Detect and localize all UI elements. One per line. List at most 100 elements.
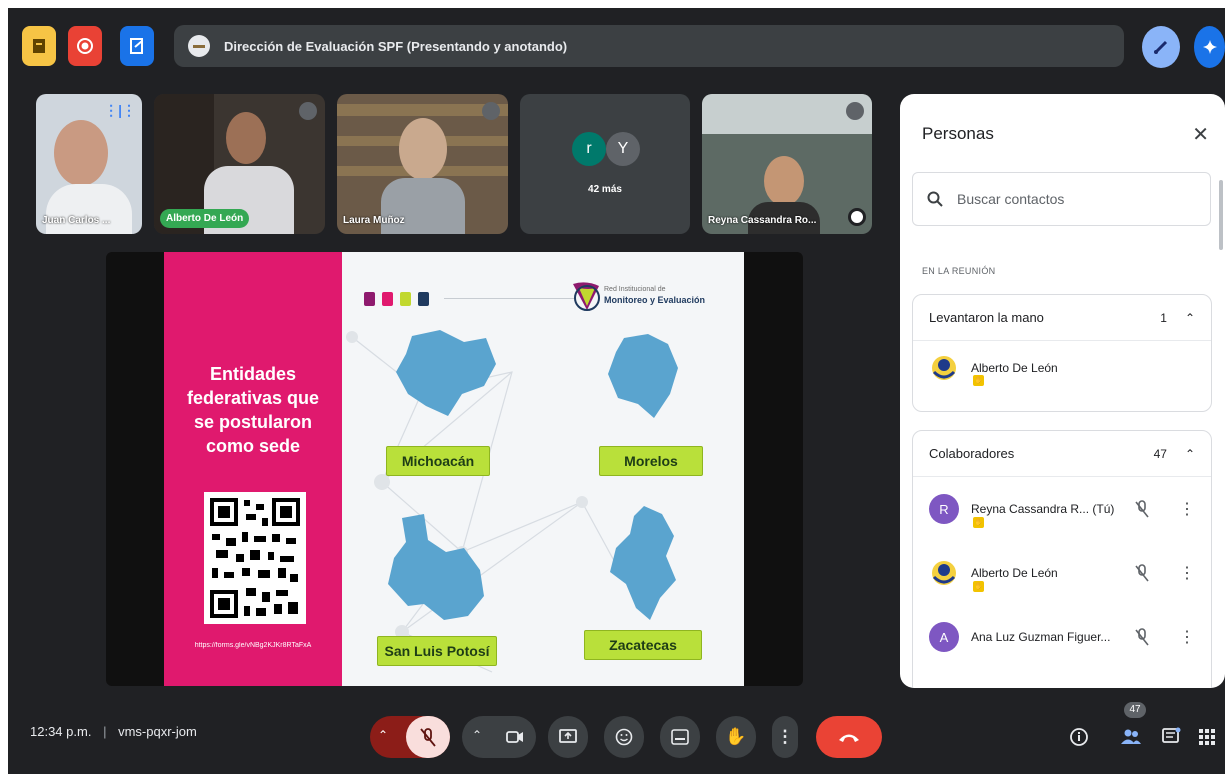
meet-window: Dirección de Evaluación SPF (Presentando… bbox=[8, 8, 1225, 774]
presentation-slide: Entidades federativas que se postularon … bbox=[164, 252, 744, 686]
mic-off-icon bbox=[420, 728, 436, 747]
meeting-info: 12:34 p.m. | vms-pqxr-jom bbox=[30, 724, 197, 739]
present-screen-icon bbox=[559, 729, 577, 743]
gemini-icon[interactable] bbox=[1194, 26, 1225, 68]
share-doc-icon[interactable] bbox=[120, 26, 154, 66]
raised-hand-avatar-icon bbox=[929, 558, 959, 588]
participant-tile[interactable]: Reyna Cassandra Ro... bbox=[702, 94, 872, 234]
participant-name: Alberto De León bbox=[971, 361, 1058, 375]
hand-icon: ✋ bbox=[725, 727, 747, 746]
more-options-icon[interactable]: ⋮ bbox=[1179, 499, 1195, 519]
emoji-button[interactable] bbox=[604, 716, 644, 758]
video-options-chevron-icon[interactable]: ⌃ bbox=[472, 728, 482, 742]
search-contacts-input[interactable]: Buscar contactos bbox=[912, 172, 1211, 226]
panel-title: Personas bbox=[922, 124, 994, 143]
people-button[interactable]: 47 bbox=[1114, 702, 1148, 754]
mic-off-icon bbox=[482, 102, 500, 120]
chevron-up-icon: ⌃ bbox=[1184, 446, 1195, 461]
morelos-map-shape bbox=[608, 334, 678, 418]
mic-off-icon[interactable] bbox=[1135, 628, 1149, 646]
participant-name: Alberto De León bbox=[971, 566, 1058, 580]
participant-name: Alberto De León bbox=[160, 209, 250, 228]
participant-tile[interactable]: ⋮|⋮ Juan Carlos ... bbox=[36, 94, 142, 234]
form-url: https://forms.gle/vNBg2KJKr8RTaFxA bbox=[194, 642, 312, 649]
collaborators-section: Colaboradores 47 ⌃ R Reyna Cassandra R..… bbox=[912, 430, 1212, 688]
annotate-pen-icon[interactable] bbox=[1142, 26, 1180, 68]
more-vert-icon: ⋮ bbox=[776, 727, 794, 746]
emoji-icon bbox=[615, 728, 633, 746]
qr-code bbox=[204, 492, 306, 624]
participant-row[interactable]: R Reyna Cassandra R... (Tú) ✋ ⋮ bbox=[913, 477, 1211, 541]
red-monitoreo-logo-icon bbox=[569, 278, 603, 314]
chat-button[interactable] bbox=[1154, 720, 1188, 754]
mic-off-icon[interactable] bbox=[1135, 564, 1149, 582]
raised-hand-section: Levantaron la mano 1 ⌃ Alberto De León ✋ bbox=[912, 294, 1212, 412]
meeting-details-button[interactable] bbox=[1062, 720, 1096, 754]
video-control-group: ⌃ bbox=[462, 716, 536, 758]
scrollbar[interactable] bbox=[1219, 180, 1223, 250]
speaking-indicator-icon: ⋮|⋮ bbox=[104, 102, 136, 118]
state-label: Michoacán bbox=[386, 446, 490, 476]
more-participants-count: 42 más bbox=[588, 184, 622, 195]
meeting-title: Dirección de Evaluación SPF (Presentando… bbox=[224, 38, 568, 54]
divider bbox=[444, 298, 574, 299]
info-icon bbox=[1070, 728, 1088, 746]
participant-tile[interactable]: Laura Muñoz bbox=[337, 94, 508, 234]
raised-hand-header[interactable]: Levantaron la mano 1 ⌃ bbox=[913, 295, 1211, 341]
raised-hand-avatar-icon bbox=[929, 353, 959, 383]
activities-button[interactable] bbox=[1194, 720, 1220, 754]
more-options-icon[interactable]: ⋮ bbox=[1179, 627, 1195, 647]
participant-avatar: Y bbox=[606, 132, 640, 166]
participant-name: Reyna Cassandra R... (Tú) bbox=[971, 502, 1115, 516]
mic-toggle-button[interactable] bbox=[406, 716, 450, 758]
participant-video bbox=[764, 156, 804, 206]
more-participants-tile[interactable]: r Y 42 más bbox=[520, 94, 690, 234]
participant-row[interactable]: Alberto De León ✋ ⋮ bbox=[913, 541, 1211, 605]
participant-name: Laura Muñoz bbox=[343, 215, 405, 226]
end-call-icon bbox=[839, 734, 859, 742]
hand-raised-badge-icon: ✋ bbox=[973, 581, 984, 592]
collaborators-count: 47 bbox=[1153, 446, 1167, 461]
search-placeholder: Buscar contactos bbox=[957, 191, 1065, 207]
more-options-icon[interactable]: ⋮ bbox=[1179, 563, 1195, 583]
participant-name: Ana Luz Guzman Figuer... bbox=[971, 630, 1111, 644]
file-icon[interactable] bbox=[22, 26, 56, 66]
participant-avatar: A bbox=[929, 622, 959, 652]
logo-caption: Red Institucional de bbox=[604, 286, 666, 293]
apps-grid-icon bbox=[1199, 729, 1215, 745]
participant-video bbox=[226, 112, 266, 164]
mic-off-icon bbox=[846, 102, 864, 120]
meeting-code: vms-pqxr-jom bbox=[118, 724, 197, 739]
people-count-badge: 47 bbox=[1124, 702, 1146, 718]
participant-tile[interactable]: Alberto De León bbox=[154, 94, 325, 234]
michoacan-map-shape bbox=[396, 330, 496, 416]
state-label: San Luis Potosí bbox=[377, 636, 497, 666]
more-options-button[interactable]: ⋮ bbox=[772, 716, 798, 758]
collaborators-header[interactable]: Colaboradores 47 ⌃ bbox=[913, 431, 1211, 477]
raise-hand-button[interactable]: ✋ bbox=[716, 716, 756, 758]
camera-toggle-button[interactable] bbox=[494, 716, 536, 758]
record-icon[interactable] bbox=[68, 26, 102, 66]
pin-icon[interactable] bbox=[848, 208, 866, 226]
section-label: EN LA REUNIÓN bbox=[922, 266, 996, 276]
participant-row[interactable]: A Ana Luz Guzman Figuer... ⋮ bbox=[913, 605, 1211, 669]
audio-control-group: ⌃ bbox=[370, 716, 450, 758]
color-dot bbox=[364, 292, 375, 306]
zacatecas-map-shape bbox=[610, 506, 676, 620]
mic-off-icon[interactable] bbox=[1135, 500, 1149, 518]
state-label: Zacatecas bbox=[584, 630, 702, 660]
color-dot bbox=[382, 292, 393, 306]
close-icon[interactable]: ✕ bbox=[1192, 122, 1209, 147]
participant-row[interactable]: Alberto De León ✋ bbox=[913, 341, 1211, 395]
present-button[interactable] bbox=[548, 716, 588, 758]
people-icon bbox=[1121, 729, 1141, 744]
participant-avatar: R bbox=[929, 494, 959, 524]
slide-sidebar: Entidades federativas que se postularon … bbox=[164, 252, 342, 686]
state-label: Morelos bbox=[599, 446, 703, 476]
logo-title: Monitoreo y Evaluación bbox=[604, 295, 706, 305]
chevron-up-icon: ⌃ bbox=[1184, 310, 1195, 325]
meeting-time: 12:34 p.m. bbox=[30, 724, 92, 739]
audio-options-chevron-icon[interactable]: ⌃ bbox=[378, 728, 388, 742]
captions-button[interactable] bbox=[660, 716, 700, 758]
leave-call-button[interactable] bbox=[816, 716, 882, 758]
